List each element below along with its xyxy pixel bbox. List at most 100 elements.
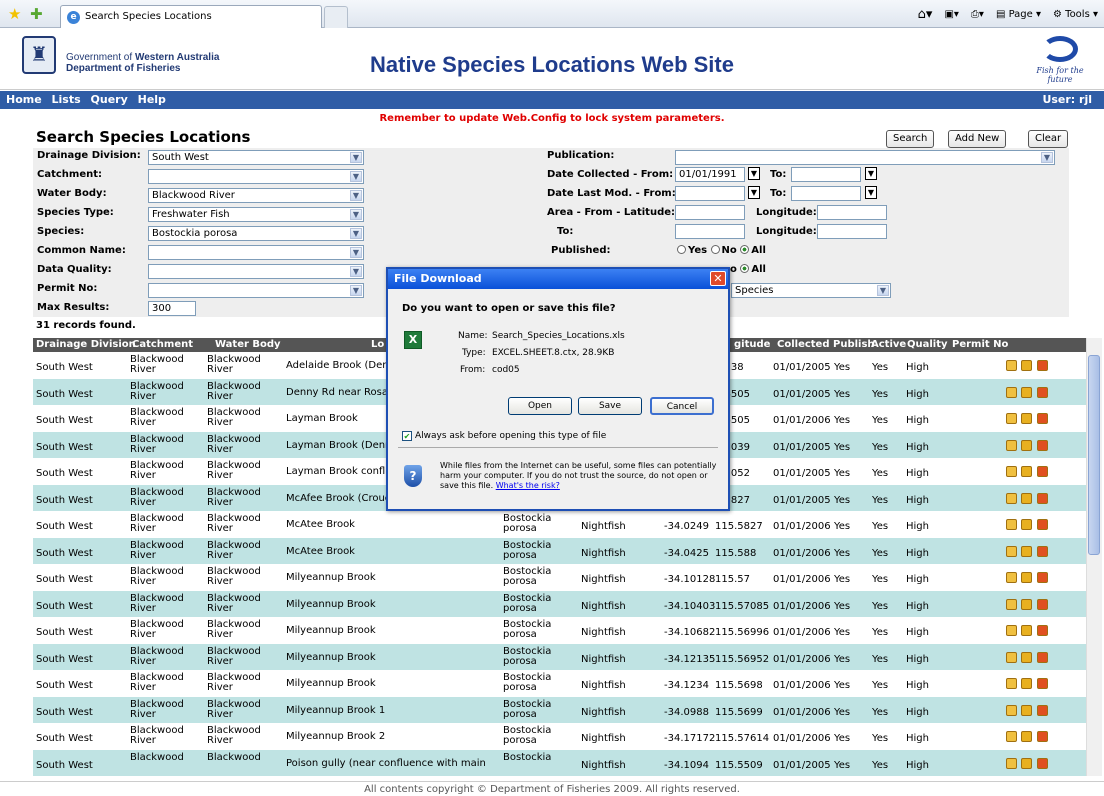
folder-icon[interactable] bbox=[1021, 466, 1032, 477]
folder-icon[interactable] bbox=[1021, 545, 1032, 557]
folder-icon[interactable] bbox=[1021, 519, 1032, 530]
edit-icon[interactable] bbox=[1006, 731, 1017, 742]
folder-icon[interactable] bbox=[1021, 678, 1032, 689]
catchment-select[interactable]: ▼ bbox=[148, 169, 364, 184]
folder-icon[interactable] bbox=[1021, 413, 1032, 424]
calendar-dropdown-icon[interactable]: ▼ bbox=[748, 167, 760, 180]
date-last-mod-to-input[interactable] bbox=[791, 186, 861, 201]
edit-icon[interactable] bbox=[1006, 598, 1017, 610]
latitude-from-input[interactable] bbox=[675, 205, 745, 220]
nav-help[interactable]: Help bbox=[138, 93, 166, 106]
published-all-radio[interactable]: All bbox=[740, 245, 766, 256]
published-yes-radio[interactable]: Yes bbox=[677, 245, 707, 256]
folder-icon[interactable] bbox=[1021, 651, 1032, 663]
date-last-mod-from-input[interactable] bbox=[675, 186, 745, 201]
delete-icon[interactable] bbox=[1037, 678, 1048, 689]
delete-icon[interactable] bbox=[1037, 598, 1048, 610]
folder-icon[interactable] bbox=[1021, 704, 1032, 716]
delete-icon[interactable] bbox=[1037, 519, 1048, 530]
delete-icon[interactable] bbox=[1037, 360, 1048, 371]
delete-icon[interactable] bbox=[1037, 492, 1048, 504]
edit-icon[interactable] bbox=[1006, 386, 1017, 398]
species-type-select[interactable]: Freshwater Fish ▼ bbox=[148, 207, 364, 222]
print-icon[interactable]: ⎙▾ bbox=[971, 9, 984, 20]
delete-icon[interactable] bbox=[1037, 572, 1048, 583]
delete-icon[interactable] bbox=[1037, 625, 1048, 636]
delete-icon[interactable] bbox=[1037, 386, 1048, 398]
permit-select[interactable]: ▼ bbox=[148, 283, 364, 298]
edit-icon[interactable] bbox=[1006, 572, 1017, 583]
favorites-star-icon[interactable]: ★ bbox=[8, 5, 21, 23]
tools-menu[interactable]: ⚙ Tools ▾ bbox=[1053, 9, 1098, 20]
edit-icon[interactable] bbox=[1006, 439, 1017, 451]
drainage-select[interactable]: South West ▼ bbox=[148, 150, 364, 165]
folder-icon[interactable] bbox=[1021, 386, 1032, 398]
delete-icon[interactable] bbox=[1037, 704, 1048, 716]
folder-icon[interactable] bbox=[1021, 731, 1032, 742]
add-favorites-icon[interactable]: ✚ bbox=[30, 5, 43, 23]
edit-icon[interactable] bbox=[1006, 492, 1017, 504]
clear-button[interactable]: Clear bbox=[1028, 130, 1069, 148]
delete-icon[interactable] bbox=[1037, 757, 1048, 769]
edit-icon[interactable] bbox=[1006, 519, 1017, 530]
scrollbar-thumb[interactable] bbox=[1088, 355, 1100, 555]
delete-icon[interactable] bbox=[1037, 731, 1048, 742]
folder-icon[interactable] bbox=[1021, 757, 1032, 769]
edit-icon[interactable] bbox=[1006, 757, 1017, 769]
nav-home[interactable]: Home bbox=[6, 93, 42, 106]
published-no-radio[interactable]: No bbox=[710, 245, 737, 256]
data-quality-select[interactable]: ▼ bbox=[148, 264, 364, 279]
delete-icon[interactable] bbox=[1037, 651, 1048, 663]
browser-tab[interactable]: e Search Species Locations bbox=[60, 5, 322, 28]
calendar-dropdown-icon[interactable]: ▼ bbox=[748, 186, 760, 199]
max-results-input[interactable]: 300 bbox=[148, 301, 196, 316]
nav-query[interactable]: Query bbox=[91, 93, 128, 106]
edit-icon[interactable] bbox=[1006, 466, 1017, 477]
add-new-button[interactable]: Add New bbox=[948, 130, 1007, 148]
species-select[interactable]: Bostockia porosa ▼ bbox=[148, 226, 364, 241]
feeds-icon[interactable]: ▣▾ bbox=[944, 9, 958, 20]
nav-lists[interactable]: Lists bbox=[52, 93, 81, 106]
open-button[interactable]: Open bbox=[508, 397, 572, 415]
edit-icon[interactable] bbox=[1006, 651, 1017, 663]
page-menu[interactable]: ▤ Page ▾ bbox=[996, 9, 1041, 20]
delete-icon[interactable] bbox=[1037, 413, 1048, 424]
date-collected-to-input[interactable] bbox=[791, 167, 861, 182]
delete-icon[interactable] bbox=[1037, 466, 1048, 477]
common-name-select[interactable]: ▼ bbox=[148, 245, 364, 260]
cell-q: High bbox=[906, 706, 929, 718]
new-tab-button[interactable] bbox=[324, 6, 348, 28]
edit-icon[interactable] bbox=[1006, 625, 1017, 636]
date-collected-from-input[interactable]: 01/01/1991 bbox=[675, 167, 745, 182]
longitude-from-input[interactable] bbox=[817, 205, 887, 220]
calendar-dropdown-icon[interactable]: ▼ bbox=[865, 167, 877, 180]
home-icon[interactable]: ⌂▾ bbox=[918, 7, 933, 22]
delete-icon[interactable] bbox=[1037, 439, 1048, 451]
risk-link[interactable]: What's the risk? bbox=[496, 481, 560, 490]
folder-icon[interactable] bbox=[1021, 598, 1032, 610]
edit-icon[interactable] bbox=[1006, 360, 1017, 371]
folder-icon[interactable] bbox=[1021, 360, 1032, 371]
close-icon[interactable]: ✕ bbox=[710, 271, 726, 286]
latitude-to-input[interactable] bbox=[675, 224, 745, 239]
delete-icon[interactable] bbox=[1037, 545, 1048, 557]
edit-icon[interactable] bbox=[1006, 678, 1017, 689]
longitude-to-input[interactable] bbox=[817, 224, 887, 239]
publication-select[interactable]: ▼ bbox=[675, 150, 1055, 165]
folder-icon[interactable] bbox=[1021, 439, 1032, 451]
search-button[interactable]: Search bbox=[886, 130, 935, 148]
folder-icon[interactable] bbox=[1021, 492, 1032, 504]
species-category-select[interactable]: Species ▼ bbox=[731, 283, 891, 298]
calendar-dropdown-icon[interactable]: ▼ bbox=[865, 186, 877, 199]
cancel-button[interactable]: Cancel bbox=[650, 397, 714, 415]
edit-icon[interactable] bbox=[1006, 413, 1017, 424]
folder-icon[interactable] bbox=[1021, 625, 1032, 636]
always-ask-checkbox[interactable]: ✔ Always ask before opening this type of … bbox=[402, 431, 606, 441]
folder-icon[interactable] bbox=[1021, 572, 1032, 583]
site-title: Native Species Locations Web Site bbox=[370, 52, 734, 77]
waterbody-select[interactable]: Blackwood River ▼ bbox=[148, 188, 364, 203]
save-button[interactable]: Save bbox=[578, 397, 642, 415]
active-all-radio[interactable]: All bbox=[740, 264, 766, 275]
edit-icon[interactable] bbox=[1006, 545, 1017, 557]
edit-icon[interactable] bbox=[1006, 704, 1017, 716]
